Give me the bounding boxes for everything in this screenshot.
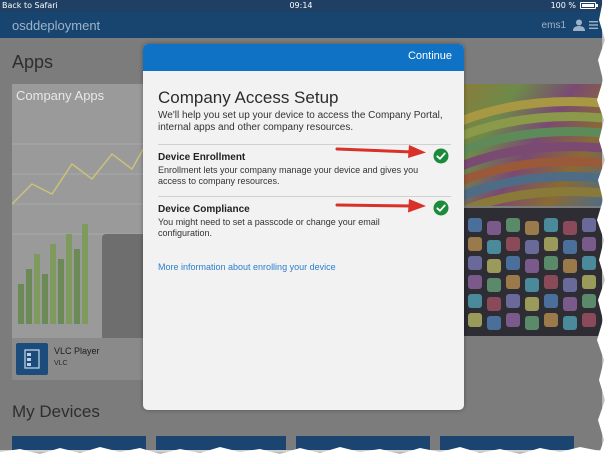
- app-tile-icon: [563, 316, 577, 330]
- app-tile-icon: [563, 240, 577, 254]
- app-tile-icon: [487, 297, 501, 311]
- app-tile-icon: [582, 275, 596, 289]
- app-tile-icon: [563, 259, 577, 273]
- status-bar: Back to Safari 09:14 100 %: [0, 0, 602, 12]
- app-tile-icon: [544, 275, 558, 289]
- ipad-screen: Back to Safari 09:14 100 % osddeployment…: [0, 0, 602, 452]
- app-tile-icon: [468, 218, 482, 232]
- device-card[interactable]: [156, 436, 286, 450]
- app-tile-icon: [487, 278, 501, 292]
- app-tile-icon: [487, 259, 501, 273]
- annotation-arrow-icon: [335, 199, 426, 213]
- app-tile-icon: [544, 294, 558, 308]
- more-info-link[interactable]: More information about enrolling your de…: [158, 262, 336, 272]
- device-card[interactable]: [12, 436, 146, 450]
- dialog-intro: We'll help you set up your device to acc…: [158, 110, 443, 133]
- my-devices-heading: My Devices: [12, 402, 100, 421]
- app-tile-icon: [525, 221, 539, 235]
- dialog-title: Company Access Setup: [158, 88, 339, 107]
- company-access-setup-dialog: Continue Company Access Setup We'll help…: [143, 44, 464, 410]
- app-tile-icon: [582, 237, 596, 251]
- featured-tile-app-icons[interactable]: [464, 208, 602, 336]
- app-tile-icon: [506, 294, 520, 308]
- app-tile-icon: [468, 237, 482, 251]
- nav-title: osddeployment: [12, 18, 101, 33]
- annotation-arrow-icon: [335, 145, 426, 158]
- chart-graphic: [12, 84, 146, 364]
- featured-tile-pencils[interactable]: [464, 84, 602, 206]
- app-tile-icon: [525, 240, 539, 254]
- enrollment-title: Device Enrollment: [158, 152, 246, 163]
- app-card-vlc[interactable]: VLC Player VLC: [12, 338, 146, 380]
- status-time: 09:14: [289, 1, 313, 10]
- app-tile-icon: [468, 313, 482, 327]
- vlc-app-icon: [16, 343, 48, 375]
- pencils-graphic: [464, 97, 602, 206]
- device-card[interactable]: [296, 436, 430, 450]
- app-tile-icon: [468, 256, 482, 270]
- device-card[interactable]: [440, 436, 574, 450]
- company-apps-tile[interactable]: Company Apps: [12, 84, 146, 364]
- app-tile-icon: [487, 240, 501, 254]
- app-tile-icon: [582, 218, 596, 232]
- app-icons-graphic: [468, 218, 596, 330]
- app-tile-icon: [506, 313, 520, 327]
- enrollment-description: Enrollment lets your company manage your…: [158, 165, 419, 186]
- compliance-description: You might need to set a passcode or chan…: [158, 217, 380, 238]
- app-tile-icon: [582, 313, 596, 327]
- check-circle-icon: [433, 148, 449, 164]
- company-apps-label: Company Apps: [16, 88, 105, 103]
- battery-icon: [580, 2, 598, 9]
- app-tile-icon: [468, 294, 482, 308]
- battery-percent: 100 %: [550, 1, 576, 10]
- app-tile-icon: [563, 278, 577, 292]
- apps-heading: Apps: [12, 52, 54, 72]
- app-tile-icon: [582, 294, 596, 308]
- app-tile-icon: [525, 316, 539, 330]
- app-tile-icon: [563, 297, 577, 311]
- app-tile-icon: [468, 275, 482, 289]
- app-tile-icon: [506, 218, 520, 232]
- nav-username[interactable]: ems1: [542, 20, 566, 31]
- menu-icon[interactable]: [589, 21, 598, 29]
- continue-button[interactable]: Continue: [408, 50, 452, 62]
- nav-bar: osddeployment ems1: [0, 12, 602, 38]
- app-tile-icon: [525, 278, 539, 292]
- app-tile-icon: [544, 313, 558, 327]
- app-tile-icon: [563, 221, 577, 235]
- app-tile-icon: [506, 275, 520, 289]
- check-circle-icon: [433, 200, 449, 216]
- app-publisher: VLC: [54, 360, 68, 367]
- app-tile-icon: [525, 259, 539, 273]
- battery-fill: [582, 4, 594, 7]
- user-icon[interactable]: [572, 19, 586, 31]
- dialog-header: Continue: [143, 44, 464, 71]
- app-name: VLC Player: [54, 346, 100, 356]
- app-tile-icon: [487, 221, 501, 235]
- app-tile-icon: [525, 297, 539, 311]
- app-tile-icon: [544, 256, 558, 270]
- app-tile-icon: [487, 316, 501, 330]
- compliance-title: Device Compliance: [158, 204, 250, 215]
- app-tile-icon: [544, 237, 558, 251]
- app-tile-icon: [506, 237, 520, 251]
- app-tile-icon: [506, 256, 520, 270]
- app-tile-icon: [544, 218, 558, 232]
- app-tile-icon: [582, 256, 596, 270]
